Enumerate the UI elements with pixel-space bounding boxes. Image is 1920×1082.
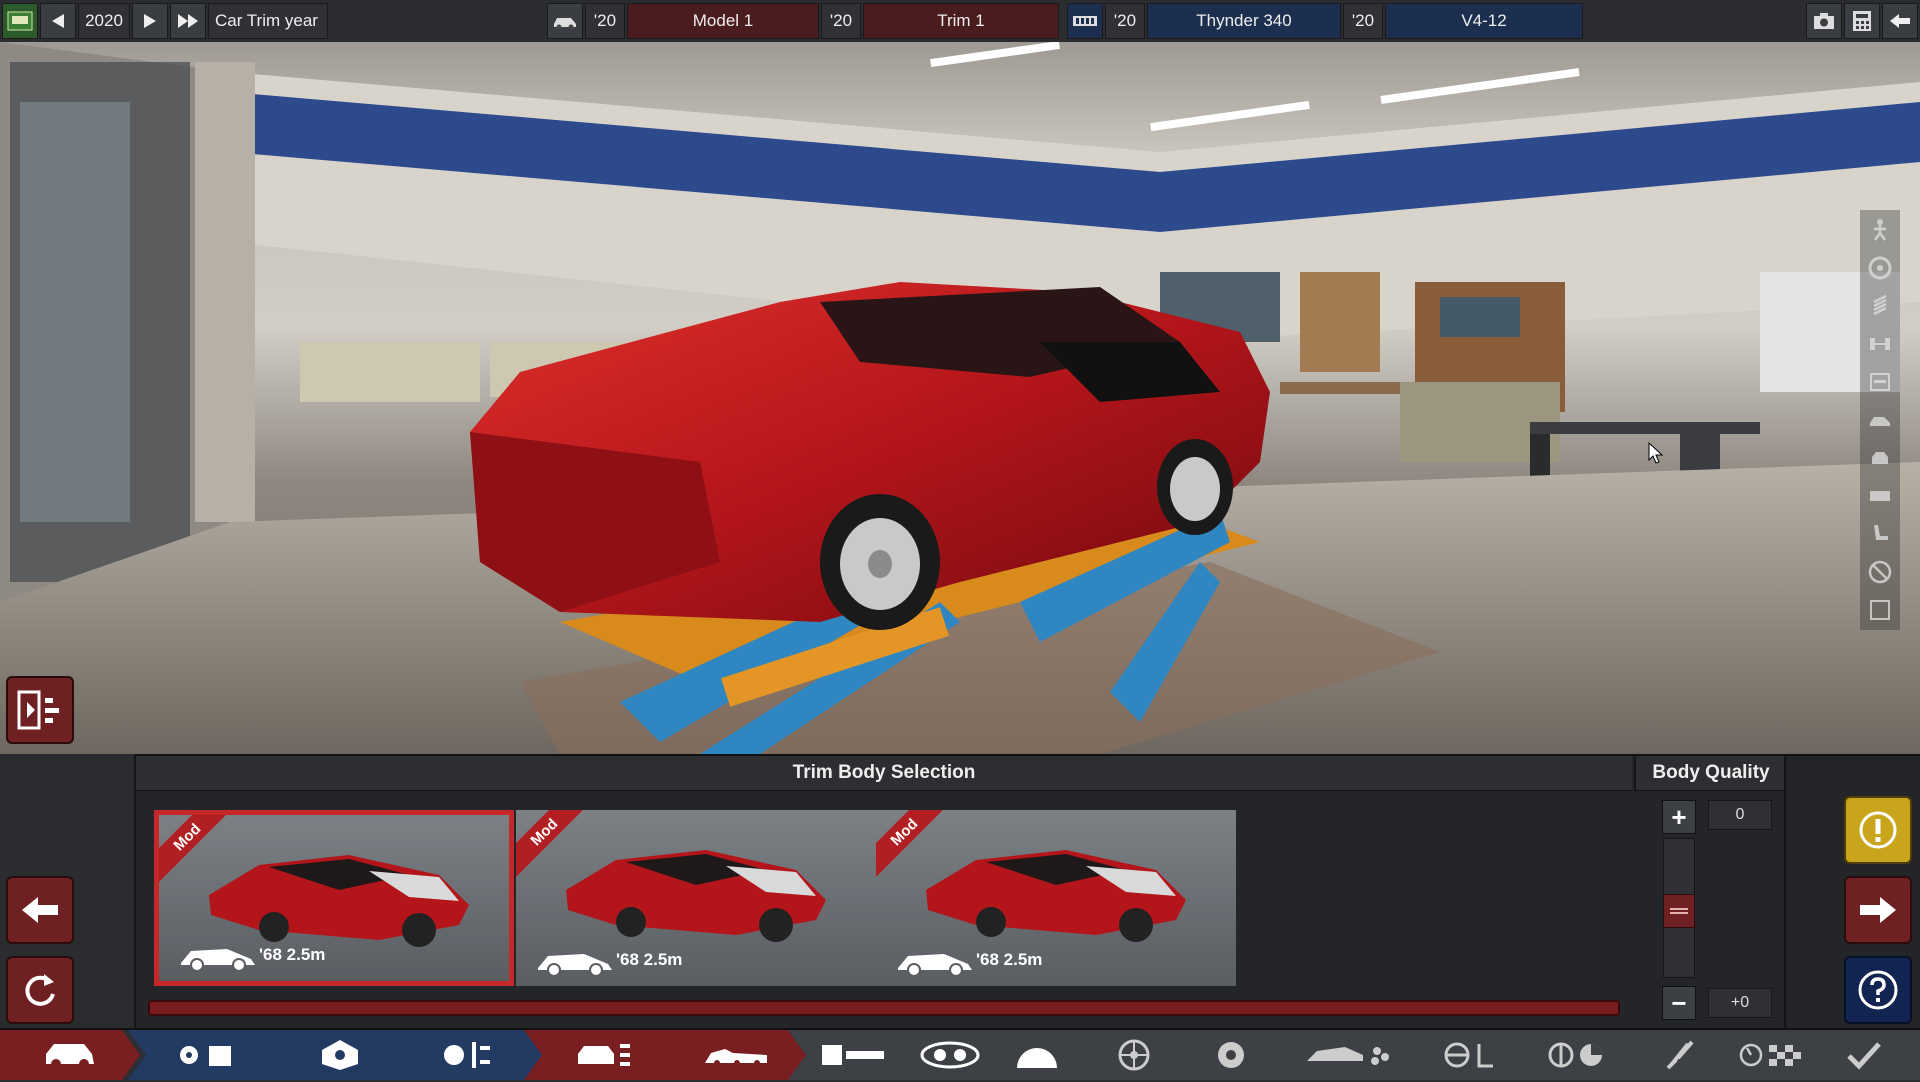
spring-icon[interactable] [1868, 294, 1892, 318]
brakes-icon [1214, 1038, 1248, 1072]
pedestrian-icon[interactable] [1868, 218, 1892, 242]
side-panel-icon [17, 690, 59, 730]
tab-chassis[interactable] [524, 1030, 684, 1080]
engine-config-icon [440, 1038, 494, 1072]
next-step-button[interactable] [1844, 876, 1912, 944]
body-preview-image [926, 850, 1186, 942]
year-fast-forward-button[interactable] [170, 3, 206, 39]
right-tool-strip [1860, 210, 1900, 630]
car-silhouette-icon [181, 949, 255, 971]
chassis-icon [574, 1038, 634, 1072]
car-silhouette-icon [538, 954, 612, 976]
model-name[interactable]: Model 1 [627, 3, 819, 39]
tab-steering[interactable] [1410, 1030, 1530, 1080]
body-card-label: '68 2.5m [259, 945, 326, 964]
garage-viewport[interactable] [0, 42, 1920, 754]
steering-icon [1443, 1040, 1497, 1070]
engine-name[interactable]: Thynder 340 [1147, 3, 1341, 39]
body-card[interactable]: Mod '68 2.5m [154, 810, 514, 986]
warning-icon [1859, 811, 1897, 849]
engine-parts-icon [175, 1040, 241, 1070]
quality-increase-button[interactable]: + [1662, 800, 1696, 834]
calculator-icon[interactable] [1844, 3, 1880, 39]
garage-scene [0, 42, 1920, 754]
checkmark-icon [1847, 1042, 1881, 1070]
arrow-right-icon [1860, 897, 1896, 923]
wheel-icon[interactable] [1868, 256, 1892, 280]
trim-year: '20 [821, 3, 861, 39]
tab-engine-block[interactable] [270, 1030, 410, 1080]
body-quality-title: Body Quality [1634, 756, 1786, 791]
interior-icon [1013, 1040, 1061, 1070]
suspension-icon [1547, 1040, 1607, 1070]
year-label: Car Trim year [208, 3, 328, 39]
top-bar: 2020 Car Trim year '20 Model 1 '20 Trim … [0, 0, 1920, 43]
tab-engine-parts[interactable] [128, 1030, 288, 1080]
model-year: '20 [585, 3, 625, 39]
body-preview-image [566, 850, 826, 942]
variant-name[interactable]: V4-12 [1385, 3, 1583, 39]
axle-icon[interactable] [1868, 332, 1892, 356]
aero-icon [1305, 1043, 1391, 1067]
square-icon[interactable] [1868, 598, 1892, 622]
year-next-button[interactable] [132, 3, 168, 39]
headlights-icon [918, 1040, 982, 1070]
body-preview-image [209, 855, 469, 947]
engine-icon[interactable] [1067, 3, 1103, 39]
body-quality-slider-handle[interactable] [1663, 894, 1695, 928]
reset-button[interactable] [6, 956, 74, 1024]
body-card[interactable]: Mod '68 2.5m [516, 810, 876, 986]
engine-block-icon [318, 1038, 362, 1072]
tab-fixtures[interactable] [788, 1030, 918, 1080]
back-arrow-icon[interactable] [1882, 3, 1918, 39]
tab-engine-config[interactable] [392, 1030, 542, 1080]
body-quality-value: 0 [1708, 800, 1772, 830]
car-silhouette-icon [898, 954, 972, 976]
car-side-icon[interactable] [1868, 408, 1892, 432]
mouse-cursor-icon [1648, 442, 1664, 464]
model-car-icon[interactable] [547, 3, 583, 39]
warning-button[interactable] [1844, 796, 1912, 864]
wheels-icon [1117, 1038, 1151, 1072]
previous-step-button[interactable] [6, 876, 74, 944]
tab-aero[interactable] [1268, 1030, 1428, 1080]
body-card-label: '68 2.5m [976, 950, 1043, 969]
engine-year: '20 [1105, 3, 1145, 39]
seat-icon[interactable] [1868, 522, 1892, 546]
tab-car-model[interactable] [0, 1030, 140, 1080]
car-icon [42, 1038, 98, 1072]
body-card-label: '68 2.5m [616, 950, 683, 969]
refresh-icon [25, 974, 55, 1006]
tab-suspension[interactable] [1512, 1030, 1642, 1080]
tab-wheels[interactable] [1074, 1030, 1194, 1080]
quality-decrease-button[interactable]: − [1662, 986, 1696, 1020]
panel-icon[interactable] [1868, 370, 1892, 394]
horizontal-scrollbar[interactable] [148, 1000, 1620, 1016]
year-value: 2020 [78, 3, 130, 39]
engine-small-icon[interactable] [1868, 484, 1892, 508]
main-menu-icon[interactable] [2, 3, 38, 39]
help-icon [1858, 970, 1898, 1010]
panel-title: Trim Body Selection [136, 756, 1632, 791]
no-entry-icon[interactable] [1868, 560, 1892, 584]
year-prev-button[interactable] [40, 3, 76, 39]
variant-year: '20 [1343, 3, 1383, 39]
trim-name[interactable]: Trim 1 [863, 3, 1059, 39]
body-card[interactable]: Mod '68 2.5m [876, 810, 1236, 986]
arrow-left-icon [22, 897, 58, 923]
help-button[interactable] [1844, 956, 1912, 1024]
test-track-icon [1739, 1042, 1803, 1068]
body-quality-delta: +0 [1708, 988, 1772, 1018]
tuning-icon [1662, 1038, 1696, 1072]
camera-icon[interactable] [1806, 3, 1842, 39]
fixtures-icon [820, 1043, 886, 1067]
tab-body[interactable] [666, 1030, 806, 1080]
car-front-icon[interactable] [1868, 446, 1892, 470]
toggle-side-panel-button[interactable] [6, 676, 74, 744]
body-icon [703, 1043, 769, 1067]
